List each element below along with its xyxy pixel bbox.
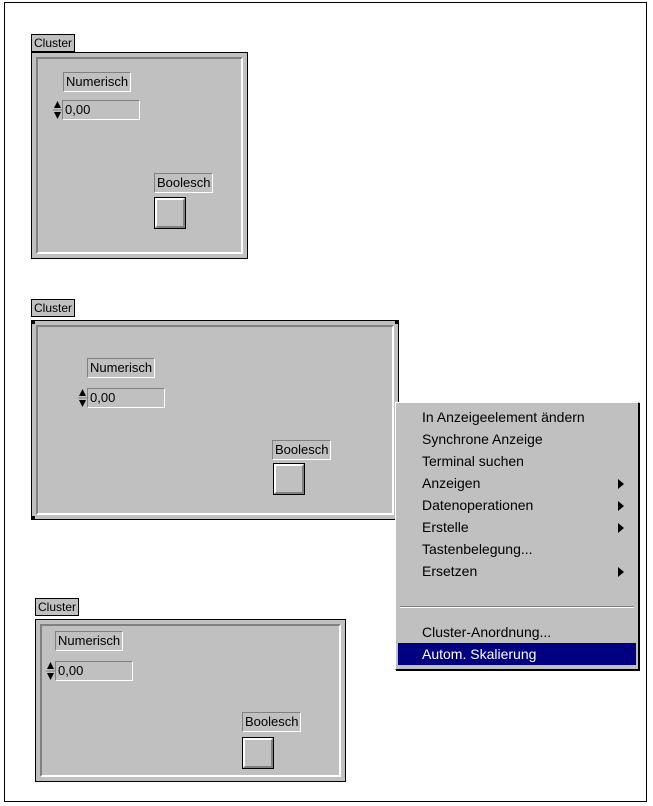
cluster-1-numeric-label: Numerisch: [63, 72, 132, 92]
menu-separator: [400, 606, 634, 608]
menu-item-label: Datenoperationen: [422, 497, 534, 513]
cluster-1-label: Cluster: [31, 34, 76, 52]
context-menu: In Anzeigeelement ändern Synchrone Anzei…: [395, 402, 639, 670]
menu-item-label: Anzeigen: [422, 475, 481, 491]
cluster-1-boolean-label: Boolesch: [154, 173, 214, 193]
cluster-2-numeric-label: Numerisch: [87, 358, 156, 378]
menu-item-label: Terminal suchen: [422, 453, 524, 469]
cluster-2-label: Cluster: [31, 299, 76, 317]
cluster-2-boolean-button[interactable]: [273, 463, 305, 495]
menu-item-label: Synchrone Anzeige: [422, 431, 543, 447]
menu-item-label: Ersetzen: [422, 563, 478, 579]
menu-item-label: In Anzeigeelement ändern: [422, 409, 585, 425]
menu-item-data-operations[interactable]: Datenoperationen: [398, 494, 636, 516]
menu-item-cluster-order[interactable]: Cluster-Anordnung...: [398, 621, 636, 643]
menu-item-label: Cluster-Anordnung...: [422, 624, 552, 640]
menu-item-show[interactable]: Anzeigen: [398, 472, 636, 494]
resize-handle-bottom-left[interactable]: [31, 516, 35, 520]
menu-item-create[interactable]: Erstelle: [398, 516, 636, 538]
cluster-1-boolean-button[interactable]: [154, 197, 186, 229]
cluster-3-numeric-input[interactable]: 0,00: [55, 661, 133, 681]
cluster-1-numeric-input[interactable]: 0,00: [62, 100, 140, 120]
resize-handle-top-right[interactable]: [395, 320, 399, 324]
cluster-1-increment-decrement-icon[interactable]: [53, 100, 62, 120]
menu-item-key-navigation[interactable]: Tastenbelegung...: [398, 538, 636, 560]
cluster-2-increment-decrement-icon[interactable]: [78, 388, 87, 408]
cluster-3-boolean-button[interactable]: [242, 737, 274, 769]
cluster-2[interactable]: [31, 320, 399, 520]
submenu-arrow-icon: [618, 523, 624, 533]
cluster-2-border: [36, 325, 394, 515]
submenu-arrow-icon: [618, 479, 624, 489]
cluster-3-label: Cluster: [35, 598, 80, 616]
submenu-arrow-icon: [618, 567, 624, 577]
menu-item-change-to-indicator[interactable]: In Anzeigeelement ändern: [398, 406, 636, 428]
submenu-arrow-icon: [618, 501, 624, 511]
cluster-2-numeric-input[interactable]: 0,00: [87, 388, 165, 408]
cluster-2-boolean-label: Boolesch: [272, 440, 332, 460]
cluster-3-boolean-label: Boolesch: [242, 712, 302, 732]
menu-item-label: Erstelle: [422, 519, 469, 535]
cluster-3-numeric-label: Numerisch: [55, 631, 124, 651]
menu-item-autosizing[interactable]: Autom. Skalierung: [398, 643, 636, 665]
cluster-3-increment-decrement-icon[interactable]: [46, 661, 55, 681]
menu-item-label: Autom. Skalierung: [422, 646, 537, 662]
menu-item-label: Tastenbelegung...: [422, 541, 533, 557]
menu-item-synchronous-display[interactable]: Synchrone Anzeige: [398, 428, 636, 450]
resize-handle-top-left[interactable]: [31, 320, 35, 324]
menu-item-find-terminal[interactable]: Terminal suchen: [398, 450, 636, 472]
menu-item-replace[interactable]: Ersetzen: [398, 560, 636, 582]
